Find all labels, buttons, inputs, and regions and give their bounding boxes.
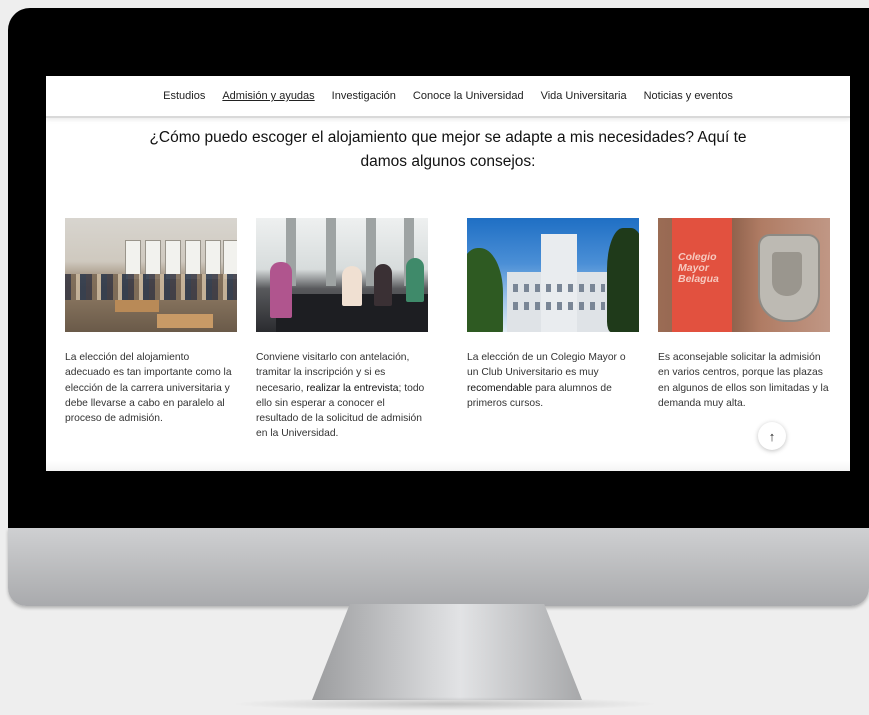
advice-card-4: Colegio Mayor Belagua Es aconsejable sol…	[658, 218, 830, 411]
nav-item-noticias-y-eventos[interactable]: Noticias y eventos	[644, 90, 733, 102]
section-heading: ¿Cómo puedo escoger el alojamiento que m…	[106, 126, 790, 174]
nav-item-admision-y-ayudas[interactable]: Admisión y ayudas	[222, 90, 314, 102]
scroll-to-top-button[interactable]: ↑	[758, 422, 786, 450]
monitor-stand-shadow	[230, 697, 660, 711]
advice-card-3-highlight: recomendable	[467, 382, 533, 394]
nav-item-investigacion[interactable]: Investigación	[332, 90, 396, 102]
main-navigation: Estudios Admisión y ayudas Investigación…	[46, 76, 850, 118]
advice-card-2-text: Conviene visitarlo con antelación, trami…	[256, 350, 428, 442]
bottom-fade	[46, 461, 850, 471]
colegio-sign-photo: Colegio Mayor Belagua	[658, 218, 830, 332]
building-photo	[467, 218, 639, 332]
advice-card-1-text-part: La elección del alojamiento adecuado es …	[65, 352, 232, 425]
advice-card-2-highlight: realizar la entrevista	[306, 382, 399, 394]
arrow-up-icon: ↑	[768, 428, 776, 444]
advice-card-1: La elección del alojamiento adecuado es …	[65, 218, 237, 426]
advice-card-3-text: La elección de un Colegio Mayor o un Clu…	[467, 350, 639, 411]
nav-item-estudios[interactable]: Estudios	[163, 90, 205, 102]
advice-card-4-text-part: Es aconsejable solicitar la admisión en …	[658, 352, 829, 409]
advice-card-4-text: Es aconsejable solicitar la admisión en …	[658, 350, 830, 411]
advice-card-1-text: La elección del alojamiento adecuado es …	[65, 350, 237, 426]
advice-card-2: Conviene visitarlo con antelación, trami…	[256, 218, 428, 442]
monitor-chin	[8, 528, 869, 606]
nav-item-conoce-la-universidad[interactable]: Conoce la Universidad	[413, 90, 524, 102]
advice-card-3-text-part-1: La elección de un Colegio Mayor o un Clu…	[467, 352, 626, 379]
nav-item-vida-universitaria[interactable]: Vida Universitaria	[541, 90, 627, 102]
section-heading-line-1: ¿Cómo puedo escoger el alojamiento que m…	[149, 129, 747, 146]
study-room-photo	[256, 218, 428, 332]
colegio-sign-text: Colegio Mayor Belagua	[678, 251, 719, 285]
browser-screen: Estudios Admisión y ayudas Investigación…	[46, 76, 850, 471]
lounge-photo	[65, 218, 237, 332]
advice-card-3: La elección de un Colegio Mayor o un Clu…	[467, 218, 639, 411]
section-heading-line-2: damos algunos consejos:	[360, 153, 536, 170]
monitor-stand	[312, 604, 582, 700]
